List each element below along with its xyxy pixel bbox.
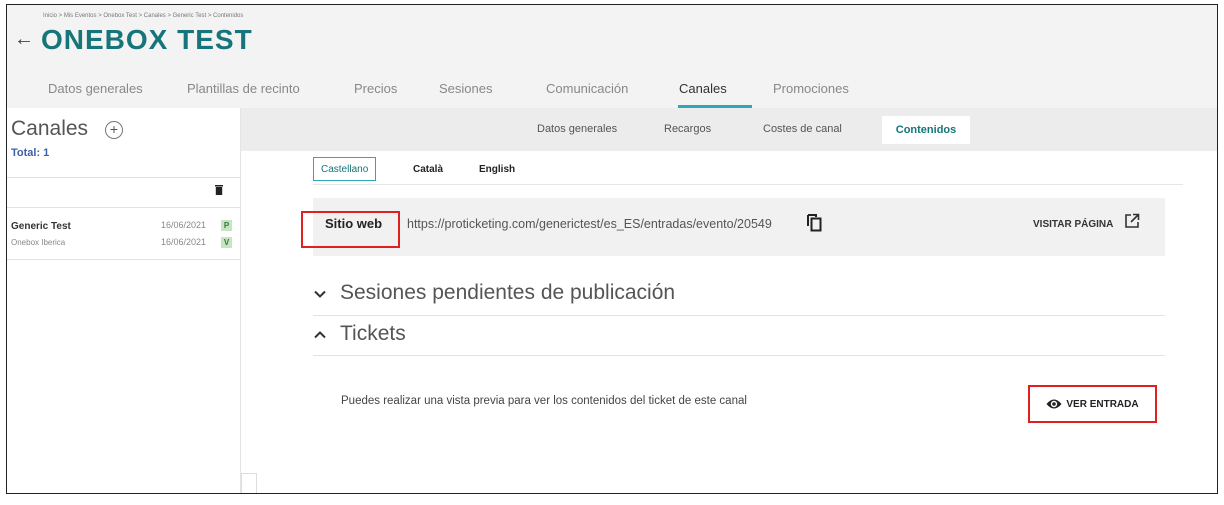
lang-tab-castellano[interactable]: Castellano [313, 157, 377, 181]
divider [313, 355, 1165, 356]
channel-subnav: Datos generales Recargos Costes de canal… [241, 108, 1217, 151]
website-label: Sitio web [325, 216, 383, 231]
website-row: Sitio web https://proticketing.com/gener… [313, 198, 1165, 256]
app-frame: Inicio > Mis Eventos > Onebox Test > Can… [6, 4, 1218, 494]
chevron-up-icon [314, 331, 326, 339]
status-badge-p: P [221, 220, 232, 231]
view-ticket-button[interactable]: VER ENTRADA [1028, 385, 1157, 423]
tab-sesiones[interactable]: Sesiones [439, 81, 492, 96]
external-link-icon[interactable] [1124, 213, 1140, 229]
accordion-title: Sesiones pendientes de publicación [340, 281, 676, 304]
trash-icon[interactable] [215, 185, 223, 195]
lang-tab-catala[interactable]: Català [413, 157, 443, 181]
tab-precios[interactable]: Precios [354, 81, 397, 96]
breadcrumb[interactable]: Inicio > Mis Eventos > Onebox Test > Can… [43, 13, 243, 19]
divider [313, 184, 1183, 185]
channel-name: Generic Test [11, 221, 71, 232]
main-tabs: Datos generales Plantillas de recinto Pr… [7, 75, 1217, 108]
copy-icon[interactable] [807, 214, 823, 232]
scrollbar[interactable] [241, 473, 257, 493]
visit-page-link[interactable]: VISITAR PÁGINA [1033, 219, 1113, 230]
accordion-tickets[interactable]: Tickets [313, 318, 1165, 358]
tab-datos-generales[interactable]: Datos generales [48, 81, 143, 96]
subtab-recargos[interactable]: Recargos [664, 123, 711, 135]
accordion-pending-sessions[interactable]: Sesiones pendientes de publicación [313, 277, 1165, 317]
sidebar-title: Canales [11, 117, 89, 140]
accordion-title: Tickets [340, 322, 406, 345]
status-badge-v: V [221, 237, 232, 248]
ticket-preview-description: Puedes realizar una vista previa para ve… [341, 395, 747, 407]
lang-tab-english[interactable]: English [479, 157, 515, 181]
website-url[interactable]: https://proticketing.com/generictest/es_… [407, 217, 772, 231]
page-title: ONEBOX TEST [41, 24, 253, 55]
channel-entity: Onebox Iberica [11, 238, 66, 247]
event-header: Inicio > Mis Eventos > Onebox Test > Can… [7, 5, 1217, 108]
subtab-costes-de-canal[interactable]: Costes de canal [763, 123, 842, 135]
channel-date-published: 16/06/2021 [161, 220, 207, 230]
divider [7, 207, 241, 208]
channels-sidebar: Canales + Total: 1 Generic Test Onebox I… [7, 108, 241, 260]
tab-canales[interactable]: Canales [679, 81, 727, 96]
divider [7, 177, 241, 178]
tab-plantillas-de-recinto[interactable]: Plantillas de recinto [187, 81, 300, 96]
sidebar-total: Total: 1 [11, 147, 50, 159]
sidebar-empty-area [7, 260, 241, 493]
channel-date-sale: 16/06/2021 [161, 237, 207, 247]
subtab-contenidos[interactable]: Contenidos [882, 116, 970, 144]
divider [313, 315, 1165, 316]
tab-promociones[interactable]: Promociones [773, 81, 849, 96]
chevron-down-icon [314, 290, 326, 298]
subtab-datos-generales[interactable]: Datos generales [537, 123, 617, 135]
add-channel-button[interactable]: + [105, 121, 123, 139]
view-ticket-label: VER ENTRADA [1066, 398, 1139, 410]
back-arrow-icon[interactable]: ← [14, 29, 34, 49]
eye-icon [1046, 399, 1062, 409]
tab-comunicacion[interactable]: Comunicación [546, 81, 628, 96]
